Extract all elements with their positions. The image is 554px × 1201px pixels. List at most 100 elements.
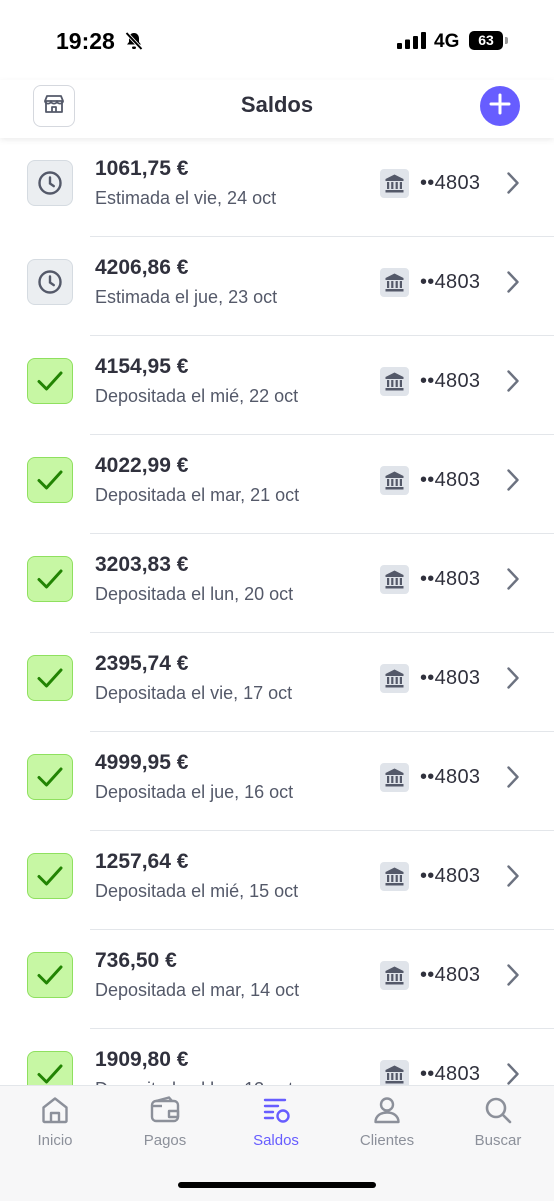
battery-tip bbox=[505, 37, 508, 44]
checkmark-icon bbox=[35, 665, 65, 691]
clock-icon bbox=[37, 269, 63, 295]
estimated-status-badge bbox=[27, 160, 73, 206]
payout-date: Estimada el vie, 24 oct bbox=[95, 188, 277, 208]
chevron-right-icon bbox=[506, 171, 520, 200]
status-bar: 19:28 4G 63 bbox=[0, 0, 554, 80]
deposited-status-badge bbox=[27, 556, 73, 602]
deposited-status-badge bbox=[27, 1051, 73, 1085]
payout-amount: 4999,95 € bbox=[95, 751, 189, 774]
account-number: ••4803 bbox=[420, 766, 481, 788]
payout-date: Depositada el mar, 14 oct bbox=[95, 980, 300, 1000]
bank-icon bbox=[380, 961, 409, 990]
payout-amount: 4206,86 € bbox=[95, 256, 189, 279]
tab-saldos[interactable]: Saldos bbox=[221, 1094, 331, 1149]
chevron-right-icon bbox=[506, 864, 520, 893]
payout-amount: 1061,75 € bbox=[95, 157, 189, 180]
battery-level: 63 bbox=[469, 31, 503, 50]
payout-amount: 1257,64 € bbox=[95, 850, 189, 873]
checkmark-icon bbox=[35, 1061, 65, 1085]
account-number: ••4803 bbox=[420, 568, 481, 590]
estimated-status-badge bbox=[27, 259, 73, 305]
checkmark-icon bbox=[35, 962, 65, 988]
nav-bar: Saldos bbox=[0, 80, 554, 138]
tab-pagos[interactable]: Pagos bbox=[110, 1094, 220, 1149]
account-number: ••4803 bbox=[420, 172, 481, 194]
payout-date: Depositada el vie, 17 oct bbox=[95, 683, 293, 703]
chevron-right-icon bbox=[506, 468, 520, 497]
page-title: Saldos bbox=[240, 92, 314, 117]
chevron-right-icon bbox=[506, 567, 520, 596]
payout-date: Depositada el mié, 22 oct bbox=[95, 386, 299, 406]
tab-inicio[interactable]: Inicio bbox=[0, 1094, 110, 1149]
bank-icon bbox=[380, 1060, 409, 1085]
payout-amount: 4154,95 € bbox=[95, 355, 189, 378]
add-button[interactable] bbox=[480, 86, 520, 126]
checkmark-icon bbox=[35, 566, 65, 592]
payout-row[interactable]: 1061,75 € Estimada el vie, 24 oct ••4803 bbox=[0, 138, 554, 237]
bank-icon bbox=[380, 466, 409, 495]
account-number: ••4803 bbox=[420, 667, 481, 689]
checkmark-icon bbox=[35, 863, 65, 889]
status-time: 19:28 bbox=[56, 28, 115, 54]
payout-row[interactable]: 4022,99 € Depositada el mar, 21 oct ••4803 bbox=[0, 435, 554, 534]
payout-list: 1061,75 € Estimada el vie, 24 oct ••4803 42… bbox=[0, 138, 554, 1085]
payout-row[interactable]: 4206,86 € Estimada el jue, 23 oct ••4803 bbox=[0, 237, 554, 336]
deposited-status-badge bbox=[27, 754, 73, 800]
chevron-right-icon bbox=[506, 666, 520, 695]
payout-date: Estimada el jue, 23 oct bbox=[95, 287, 278, 307]
payout-amount: 736,50 € bbox=[95, 949, 177, 972]
wallet-icon bbox=[110, 1094, 220, 1128]
payout-amount: 3203,83 € bbox=[95, 553, 189, 576]
payout-date: Depositada el jue, 16 oct bbox=[95, 782, 294, 802]
tab-label: Clientes bbox=[359, 1132, 415, 1149]
tab-clientes[interactable]: Clientes bbox=[332, 1094, 442, 1149]
deposited-status-badge bbox=[27, 457, 73, 503]
deposited-status-badge bbox=[27, 952, 73, 998]
payout-date: Depositada el lun, 20 oct bbox=[95, 584, 294, 604]
tab-label: Buscar bbox=[474, 1132, 522, 1149]
account-number: ••4803 bbox=[420, 469, 481, 491]
account-number: ••4803 bbox=[420, 1063, 481, 1085]
deposited-status-badge bbox=[27, 358, 73, 404]
payout-row[interactable]: 2395,74 € Depositada el vie, 17 oct ••4803 bbox=[0, 633, 554, 732]
account-number: ••4803 bbox=[420, 865, 481, 887]
payout-date: Depositada el mié, 15 oct bbox=[95, 881, 299, 901]
clock-icon bbox=[37, 170, 63, 196]
tab-label: Inicio bbox=[37, 1132, 73, 1149]
bank-icon bbox=[380, 268, 409, 297]
tab-bar: Buscar Clientes Saldos Pagos Inicio bbox=[0, 1085, 554, 1201]
home-indicator bbox=[178, 1182, 376, 1188]
payout-amount: 1909,80 € bbox=[95, 1048, 189, 1071]
signal-icon bbox=[397, 32, 426, 54]
tab-label: Pagos bbox=[143, 1132, 187, 1149]
checkmark-icon bbox=[35, 764, 65, 790]
chevron-right-icon bbox=[506, 963, 520, 992]
payout-row[interactable]: 4154,95 € Depositada el mié, 22 oct ••4803 bbox=[0, 336, 554, 435]
search-icon bbox=[443, 1094, 553, 1128]
chevron-right-icon bbox=[506, 765, 520, 794]
home-icon bbox=[0, 1094, 110, 1128]
payout-row[interactable]: 1909,80 €Depositada el lun, 13 oct••4803 bbox=[0, 1029, 554, 1085]
balances-icon bbox=[221, 1094, 331, 1128]
account-number: ••4803 bbox=[420, 964, 481, 986]
bank-icon bbox=[380, 763, 409, 792]
account-number: ••4803 bbox=[420, 271, 481, 293]
bank-icon bbox=[380, 367, 409, 396]
payout-row[interactable]: 4999,95 € Depositada el jue, 16 oct ••4803 bbox=[0, 732, 554, 831]
payout-date: Depositada el mar, 21 oct bbox=[95, 485, 300, 505]
bank-icon bbox=[380, 862, 409, 891]
account-number: ••4803 bbox=[420, 370, 481, 392]
bank-icon bbox=[380, 664, 409, 693]
bank-icon bbox=[380, 169, 409, 198]
tab-label: Saldos bbox=[253, 1132, 299, 1149]
payout-amount: 4022,99 € bbox=[95, 454, 189, 477]
checkmark-icon bbox=[35, 368, 65, 394]
chevron-right-icon bbox=[506, 1062, 520, 1085]
plus-icon bbox=[489, 93, 511, 120]
person-icon bbox=[332, 1094, 442, 1128]
tab-buscar[interactable]: Buscar bbox=[443, 1094, 553, 1149]
deposited-status-badge bbox=[27, 853, 73, 899]
payout-row[interactable]: 1257,64 € Depositada el mié, 15 oct ••4803 bbox=[0, 831, 554, 930]
payout-row[interactable]: 736,50 € Depositada el mar, 14 oct ••4803 bbox=[0, 930, 554, 1029]
payout-row[interactable]: 3203,83 € Depositada el lun, 20 oct ••4803 bbox=[0, 534, 554, 633]
